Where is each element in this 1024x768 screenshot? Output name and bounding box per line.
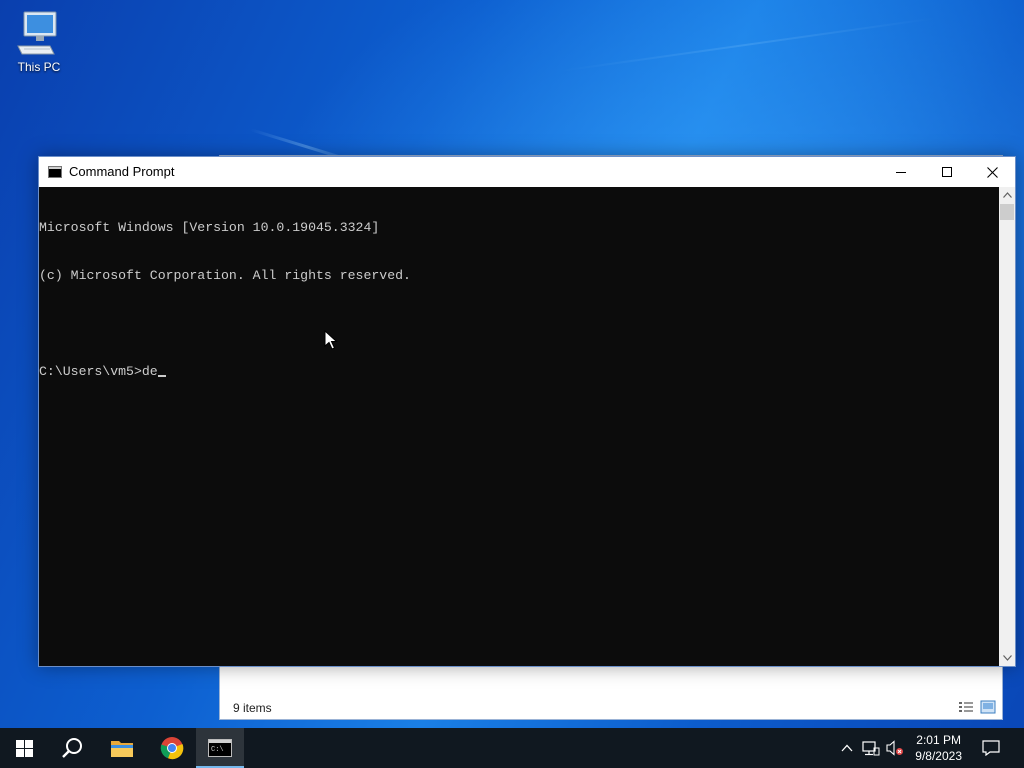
mouse-pointer-icon [324,330,338,350]
scroll-down-button[interactable] [999,650,1015,666]
taskbar-command-prompt[interactable]: C:\ [196,728,244,768]
svg-text:C:\: C:\ [211,746,224,754]
console-prompt-line[interactable]: C:\Users\vm5>de [39,364,1000,380]
desktop: This PC 9 items Command Prompt Microsoft… [0,0,1024,768]
volume-muted-icon[interactable] [886,739,904,757]
chrome-icon [160,737,184,760]
show-hidden-icons-button[interactable] [838,739,856,757]
notification-icon [982,740,1000,756]
windows-logo-icon [15,739,33,757]
close-button[interactable] [969,157,1015,187]
clock-time: 2:01 PM [916,733,961,747]
cmd-icon [48,166,62,178]
taskbar-file-explorer[interactable] [98,728,146,768]
large-icons-view-icon[interactable] [980,700,996,714]
minimize-icon [896,172,906,173]
desktop-icon-this-pc[interactable]: This PC [10,8,68,78]
console-line: (c) Microsoft Corporation. All rights re… [39,268,411,283]
taskbar: C:\ 2:01 PM 9/8/2023 [0,728,1024,768]
cmd-icon: C:\ [208,739,232,757]
wallpaper-streak [559,17,937,72]
network-icon[interactable] [862,739,880,757]
text-cursor [157,375,166,377]
console-output[interactable]: Microsoft Windows [Version 10.0.19045.33… [39,187,1000,666]
title-bar[interactable]: Command Prompt [39,157,1015,187]
close-icon [986,166,998,178]
chevron-up-icon [1002,192,1012,198]
scroll-up-button[interactable] [999,187,1015,203]
chevron-up-icon [841,744,853,752]
maximize-icon [942,167,952,177]
explorer-status-bar: 9 items [220,697,1002,719]
window-title: Command Prompt [69,164,175,179]
start-button[interactable] [0,728,48,768]
action-center-button[interactable] [982,739,1000,757]
clock-date: 9/8/2023 [915,749,962,763]
details-view-icon[interactable] [958,700,974,714]
search-button[interactable] [48,728,96,768]
scrollbar-thumb[interactable] [1000,204,1014,220]
prompt-input[interactable]: C:\Users\vm5>de [39,364,158,379]
folder-icon [111,741,133,757]
maximize-button[interactable] [924,157,970,187]
search-icon [62,738,82,758]
desktop-icon-label: This PC [17,60,61,74]
this-pc-icon [10,8,68,58]
chevron-down-icon [1002,655,1012,661]
console-line: Microsoft Windows [Version 10.0.19045.33… [39,220,380,235]
command-prompt-window[interactable]: Command Prompt Microsoft Windows [Versio… [38,156,1016,667]
item-count: 9 items [233,701,272,715]
system-clock[interactable]: 2:01 PM 9/8/2023 [915,732,962,764]
minimize-button[interactable] [878,157,924,187]
vertical-scrollbar[interactable] [999,187,1015,666]
taskbar-chrome[interactable] [148,728,196,768]
